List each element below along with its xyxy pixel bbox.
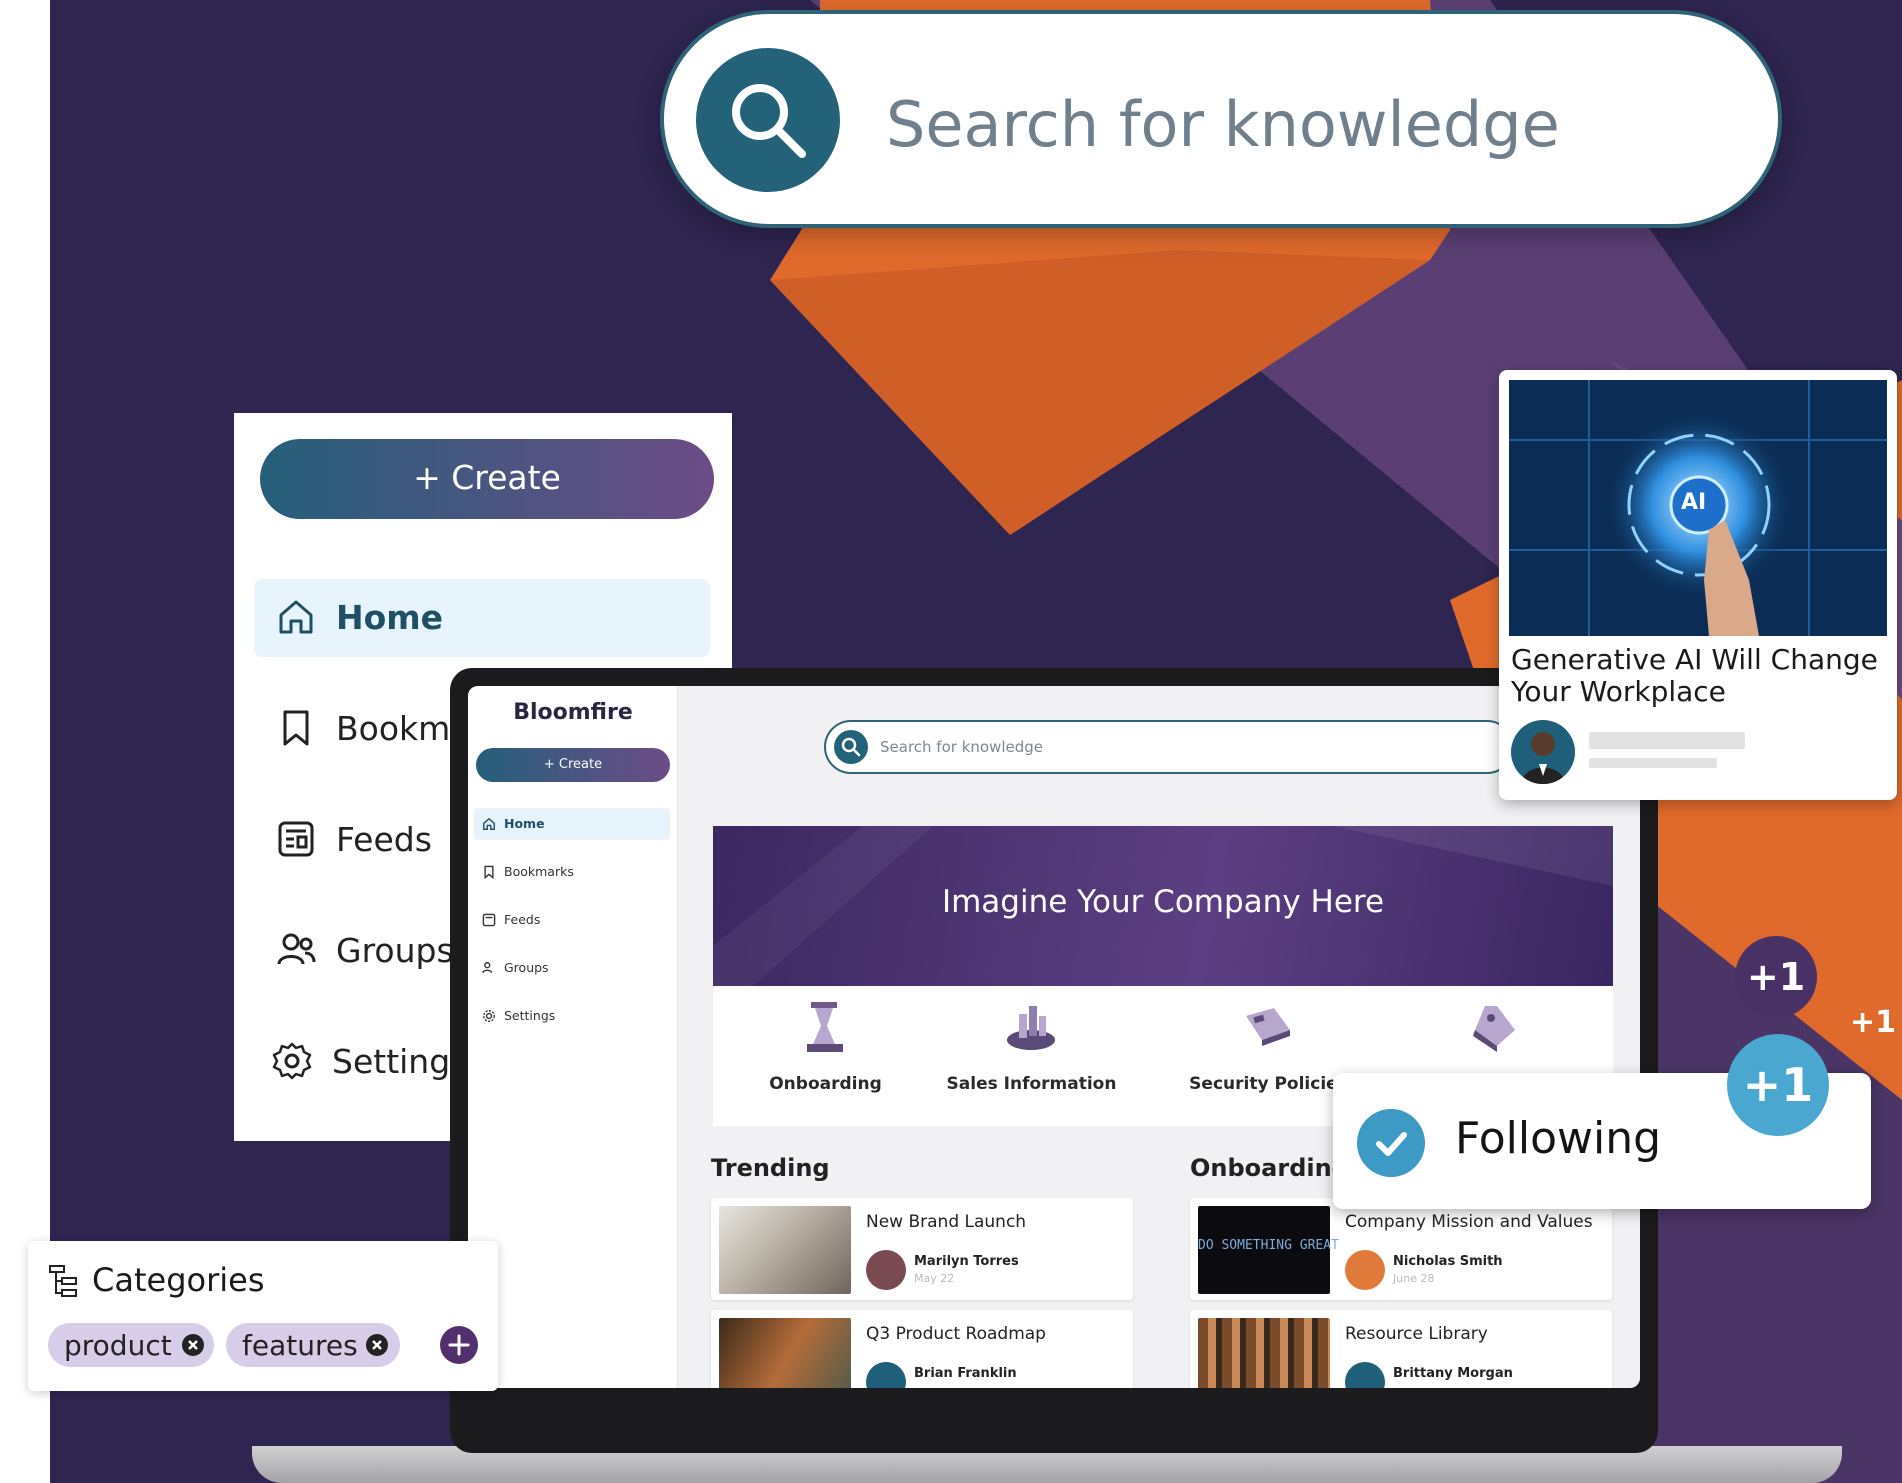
create-label: Create bbox=[451, 458, 561, 497]
card-author: Brittany Morgan bbox=[1393, 1366, 1513, 1381]
keycard-icon bbox=[1246, 1008, 1290, 1046]
laptop: Bloomfire + Create Home Bookmarks Feeds … bbox=[450, 668, 1658, 1453]
tag-label: features bbox=[242, 1329, 358, 1362]
content-card[interactable]: New Brand Launch Marilyn Torres May 22 bbox=[711, 1198, 1133, 1300]
tag-icon bbox=[1473, 1006, 1515, 1052]
nav-label: Feeds bbox=[504, 912, 541, 927]
hourglass-icon bbox=[807, 1002, 843, 1052]
avatar bbox=[1511, 720, 1575, 784]
create-button[interactable]: + Create bbox=[476, 748, 670, 782]
article-title: Generative AI Will Change Your Workplace bbox=[1511, 643, 1878, 708]
onboarding-heading: Onboarding bbox=[1190, 1154, 1349, 1182]
tile-sales-information[interactable]: Sales Information bbox=[919, 986, 1144, 1126]
content-card[interactable]: Resource Library Brittany Morgan bbox=[1190, 1310, 1612, 1388]
categories-panel: Categories product features bbox=[28, 1241, 498, 1391]
sidebar-item-label: Groups bbox=[336, 931, 454, 970]
groups-icon bbox=[277, 933, 316, 965]
placeholder-line bbox=[1589, 758, 1717, 768]
banner-title: Imagine Your Company Here bbox=[941, 884, 1385, 920]
nav-feeds[interactable]: Feeds bbox=[474, 904, 670, 936]
ai-chip-label: AI bbox=[1681, 490, 1707, 515]
article-image: AI bbox=[1509, 380, 1887, 636]
remove-tag-icon[interactable] bbox=[182, 1334, 204, 1356]
create-button[interactable]: + Create bbox=[260, 439, 714, 519]
brand-logo[interactable]: Bloomfire bbox=[468, 700, 678, 725]
nav-label: Bookmarks bbox=[504, 864, 574, 879]
card-author: Nicholas Smith bbox=[1393, 1254, 1503, 1269]
home-icon bbox=[279, 600, 313, 634]
card-thumbnail bbox=[1198, 1318, 1330, 1388]
content-card[interactable]: Q3 Product Roadmap Brian Franklin bbox=[711, 1310, 1133, 1388]
nav-label: Home bbox=[504, 816, 545, 831]
tile-label: Onboarding bbox=[769, 1074, 882, 1094]
app-search-bar[interactable]: Search for knowledge bbox=[824, 720, 1514, 774]
search-placeholder: Search for knowledge bbox=[880, 738, 1044, 756]
content-card[interactable]: DO SOMETHING GREAT Company Mission and V… bbox=[1190, 1198, 1612, 1300]
article-card[interactable]: AI Generative AI Will Change Your Workpl… bbox=[1499, 370, 1897, 800]
remove-tag-icon[interactable] bbox=[366, 1334, 388, 1356]
card-date: June 28 bbox=[1393, 1272, 1435, 1285]
plus-one-badge: +1 bbox=[1727, 1034, 1829, 1136]
tag-label: product bbox=[64, 1329, 172, 1362]
card-title: New Brand Launch bbox=[866, 1212, 1027, 1232]
card-thumbnail: DO SOMETHING GREAT bbox=[1198, 1206, 1339, 1294]
bookmark-icon bbox=[283, 710, 309, 746]
nav-home[interactable]: Home bbox=[474, 808, 670, 840]
card-author: Brian Franklin bbox=[914, 1366, 1017, 1381]
nav-label: Groups bbox=[504, 960, 549, 975]
avatar bbox=[1345, 1362, 1385, 1388]
tile-label: Sales Information bbox=[946, 1074, 1117, 1094]
create-label: Create bbox=[558, 757, 603, 772]
card-title: Company Mission and Values bbox=[1345, 1212, 1593, 1232]
plus-icon: + bbox=[413, 458, 452, 497]
plus-one-badge: +1 bbox=[1735, 936, 1817, 1018]
checkmark-icon bbox=[1357, 1109, 1425, 1177]
sidebar-item-home[interactable]: Home bbox=[254, 579, 710, 657]
avatar bbox=[866, 1250, 906, 1290]
home-icon bbox=[483, 817, 495, 830]
nav-groups[interactable]: Groups bbox=[474, 952, 670, 984]
sidebar-item-label: Home bbox=[336, 598, 444, 637]
coins-icon bbox=[1007, 1006, 1055, 1050]
nav-bookmarks[interactable]: Bookmarks bbox=[474, 856, 670, 888]
app-screen: Bloomfire + Create Home Bookmarks Feeds … bbox=[468, 686, 1640, 1388]
following-label: Following bbox=[1455, 1113, 1662, 1164]
feeds-icon bbox=[278, 821, 314, 857]
trending-heading: Trending bbox=[711, 1154, 830, 1182]
tag-chip[interactable]: features bbox=[226, 1323, 400, 1367]
sidebar-item-label: Feeds bbox=[336, 820, 432, 859]
nav-label: Settings bbox=[504, 1008, 556, 1023]
nav-settings[interactable]: Settings bbox=[474, 1000, 670, 1032]
groups-icon bbox=[482, 962, 493, 974]
search-placeholder: Search for knowledge bbox=[886, 88, 1560, 161]
card-thumbnail bbox=[719, 1318, 851, 1388]
thumbnail-text: DO SOMETHING GREAT bbox=[1198, 1238, 1339, 1253]
gear-icon bbox=[483, 1010, 495, 1022]
plus-one-badge: +1 bbox=[1838, 988, 1902, 1058]
search-bar[interactable]: Search for knowledge bbox=[660, 10, 1782, 228]
bookmark-icon bbox=[484, 865, 494, 879]
avatar bbox=[1345, 1250, 1385, 1290]
add-category-button[interactable] bbox=[440, 1326, 478, 1364]
app-sidebar: Bloomfire + Create Home Bookmarks Feeds … bbox=[468, 686, 678, 1388]
gear-icon bbox=[272, 1042, 312, 1080]
card-date: May 22 bbox=[914, 1272, 955, 1285]
categories-title: Categories bbox=[92, 1261, 265, 1299]
company-banner: Imagine Your Company Here bbox=[713, 826, 1613, 986]
sidebar-item-label: Settings bbox=[332, 1042, 468, 1081]
card-author: Marilyn Torres bbox=[914, 1254, 1019, 1269]
feeds-icon bbox=[482, 913, 496, 927]
tag-chip[interactable]: product bbox=[48, 1323, 214, 1367]
tile-onboarding[interactable]: Onboarding bbox=[713, 986, 938, 1126]
search-icon[interactable] bbox=[834, 730, 868, 764]
card-title: Q3 Product Roadmap bbox=[866, 1324, 1046, 1344]
placeholder-line bbox=[1589, 732, 1745, 749]
plus-icon: + bbox=[543, 757, 559, 772]
categories-tree-icon bbox=[49, 1265, 77, 1297]
card-thumbnail bbox=[719, 1206, 851, 1294]
avatar bbox=[866, 1362, 906, 1388]
search-icon[interactable] bbox=[696, 48, 840, 192]
marketing-screenshot: Search for knowledge + Create Home Bookm… bbox=[0, 0, 1902, 1483]
card-title: Resource Library bbox=[1345, 1324, 1488, 1344]
